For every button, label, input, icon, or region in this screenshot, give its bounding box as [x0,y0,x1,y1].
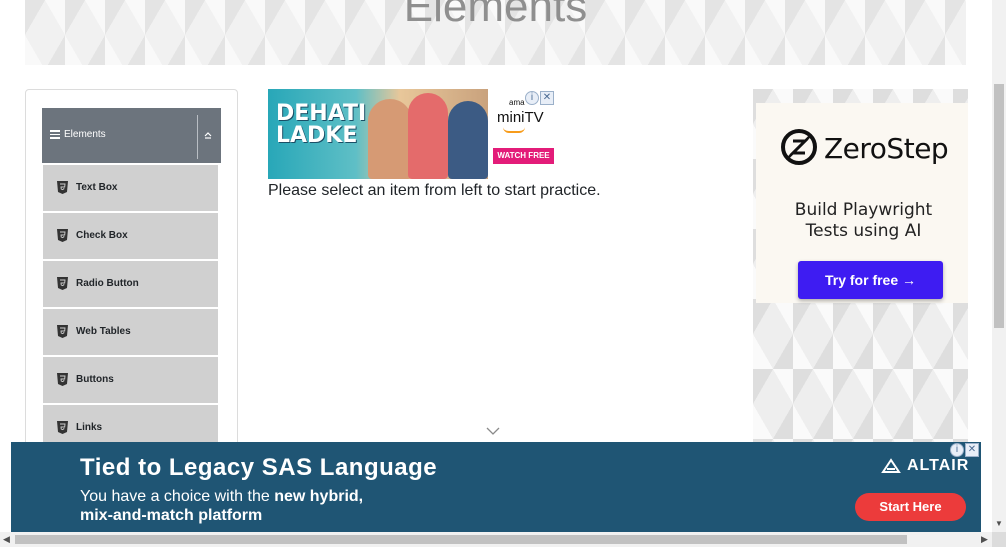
scrollbar-corner [992,532,1006,547]
ad-brand: ZeroStep [824,132,949,165]
ad-info-icon[interactable]: i [525,91,539,105]
bottom-advertisement[interactable]: Tied to Legacy SAS Language You have a c… [11,442,981,532]
horizontal-scrollbar[interactable]: ◀ ▶ [0,532,1006,547]
try-for-free-button[interactable]: Try for free → [798,261,943,299]
ad-close-icon[interactable]: ✕ [965,443,979,457]
ad-brand: miniTV [497,109,544,126]
group-header-elements[interactable]: Elements [42,108,221,163]
ad-card: ZeroStep Build Playwright Tests using AI… [756,103,968,303]
html5-icon [57,421,68,434]
scroll-down-arrow-icon[interactable]: ▼ [995,519,1003,528]
altair-logo-icon [881,458,901,473]
sidebar-item-web-tables[interactable]: Web Tables [43,309,218,355]
ad-info-icon[interactable]: i [950,443,964,457]
ad-headline: Tied to Legacy SAS Language [80,454,438,481]
smile-logo-icon [503,127,525,133]
sidebar-item-label: Buttons [76,374,114,385]
html5-icon [57,181,68,194]
sidebar-item-label: Links [76,422,103,433]
sidebar-item-text-box[interactable]: Text Box [43,165,218,211]
ad-tagline: Build Playwright Tests using AI [794,200,933,241]
vertical-scrollbar-thumb[interactable] [994,84,1004,328]
group-header-label: Elements [64,129,106,140]
sidebar-item-label: Text Box [76,182,118,193]
hamburger-icon [50,130,60,139]
page-title: Elements [403,0,588,31]
vertical-scrollbar[interactable]: ▼ [992,0,1006,532]
chevron-up-icon[interactable] [202,128,214,142]
chevron-down-icon[interactable] [486,426,500,436]
ad-person [408,93,448,179]
html5-icon [57,325,68,338]
ad-close-icon[interactable]: ✕ [540,91,554,105]
ad-person [448,101,488,179]
scroll-right-arrow-icon[interactable]: ▶ [981,534,988,545]
ad-show-title: DEHATI LADKE [276,101,367,148]
sidebar-item-label: Radio Button [76,278,139,289]
sidebar-item-label: Web Tables [76,326,131,337]
ad-person [368,99,412,179]
html5-icon [57,229,68,242]
html5-icon [57,277,68,290]
right-advertisement[interactable]: ZeroStep Build Playwright Tests using AI… [753,89,968,444]
ad-brand-small: ama [509,98,525,107]
watch-free-button[interactable]: WATCH FREE [493,148,554,164]
scroll-left-arrow-icon[interactable]: ◀ [3,534,10,545]
zerostep-logo-icon [781,129,817,165]
practice-message: Please select an item from left to start… [268,182,601,199]
horizontal-scrollbar-thumb[interactable] [15,535,907,544]
ad-subline-2: mix-and-match platform [80,507,263,524]
top-advertisement[interactable]: DEHATI LADKE ama miniTV WATCH FREE [268,89,555,179]
group-header-divider [197,115,198,159]
ad-brand: ALTAIR [907,457,970,474]
sidebar-item-check-box[interactable]: Check Box [43,213,218,259]
sidebar-item-radio-button[interactable]: Radio Button [43,261,218,307]
html5-icon [57,373,68,386]
page-banner: Elements [25,0,966,65]
ad-subline-1: You have a choice with the new hybrid, [80,488,364,505]
sidebar-item-buttons[interactable]: Buttons [43,357,218,403]
start-here-button[interactable]: Start Here [855,493,966,521]
sidebar-item-label: Check Box [76,230,128,241]
